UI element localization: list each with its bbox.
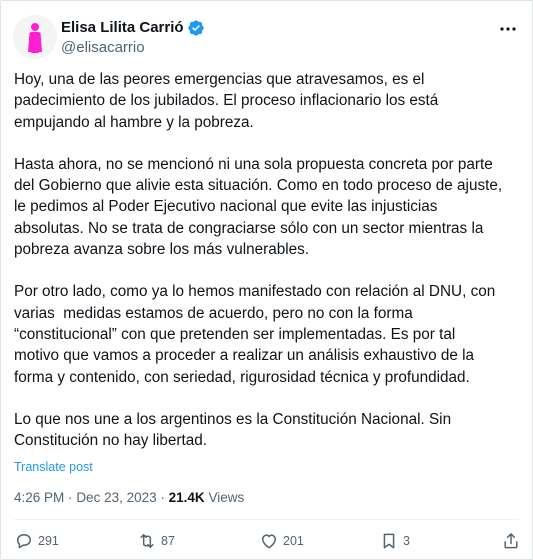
reply-button[interactable]: 291 bbox=[14, 531, 59, 551]
translate-post-link[interactable]: Translate post bbox=[14, 459, 93, 475]
repost-count: 87 bbox=[161, 534, 175, 548]
author-display-name[interactable]: Elisa Lilita Carrió bbox=[61, 18, 184, 38]
display-name-row: Elisa Lilita Carrió bbox=[61, 18, 205, 38]
tweet-meta: 4:26 PM · Dec 23, 2023 · 21.4K Views bbox=[14, 489, 244, 507]
views-count: 21.4K bbox=[168, 490, 205, 505]
tweet-text: Hoy, una de las peores emergencias que a… bbox=[14, 69, 514, 451]
share-icon bbox=[504, 533, 518, 549]
repost-button[interactable]: 87 bbox=[137, 531, 175, 551]
reply-count: 291 bbox=[38, 534, 59, 548]
action-bar: 291 87 201 3 bbox=[1, 531, 532, 553]
heart-icon bbox=[262, 534, 276, 549]
tweet-header: Elisa Lilita Carrió @elisacarrio bbox=[13, 15, 520, 59]
like-count: 201 bbox=[283, 534, 304, 548]
bookmark-icon bbox=[383, 533, 395, 549]
tweet-paragraph: Por otro lado, como ya lo hemos manifest… bbox=[14, 283, 496, 386]
bookmark-button[interactable]: 3 bbox=[379, 531, 410, 551]
author-names: Elisa Lilita Carrió @elisacarrio bbox=[61, 18, 205, 58]
tweet-card: Elisa Lilita Carrió @elisacarrio Hoy, un… bbox=[0, 0, 533, 560]
views-label: Views bbox=[208, 490, 245, 505]
tweet-paragraph: Hasta ahora, no se mencionó ni una sola … bbox=[14, 155, 503, 259]
more-options-icon[interactable] bbox=[496, 17, 520, 41]
like-button[interactable]: 201 bbox=[259, 531, 304, 551]
author-handle[interactable]: @elisacarrio bbox=[61, 38, 205, 58]
share-button[interactable] bbox=[501, 531, 521, 551]
tweet-paragraph: Hoy, una de las peores emergencias que a… bbox=[14, 71, 439, 131]
repost-icon bbox=[140, 534, 154, 548]
bookmark-count: 3 bbox=[403, 534, 410, 548]
avatar[interactable] bbox=[13, 15, 57, 59]
reply-icon bbox=[17, 534, 31, 549]
verified-badge-icon[interactable] bbox=[187, 19, 205, 37]
tweet-paragraph: Lo que nos une a los argentinos es la Co… bbox=[14, 410, 452, 450]
avatar-figure-icon bbox=[13, 15, 57, 59]
tweet-time[interactable]: 4:26 PM bbox=[14, 490, 64, 505]
meta-separator: · bbox=[68, 490, 73, 505]
tweet-date[interactable]: Dec 23, 2023 bbox=[76, 490, 156, 505]
divider bbox=[14, 519, 519, 520]
meta-separator: · bbox=[160, 490, 165, 505]
